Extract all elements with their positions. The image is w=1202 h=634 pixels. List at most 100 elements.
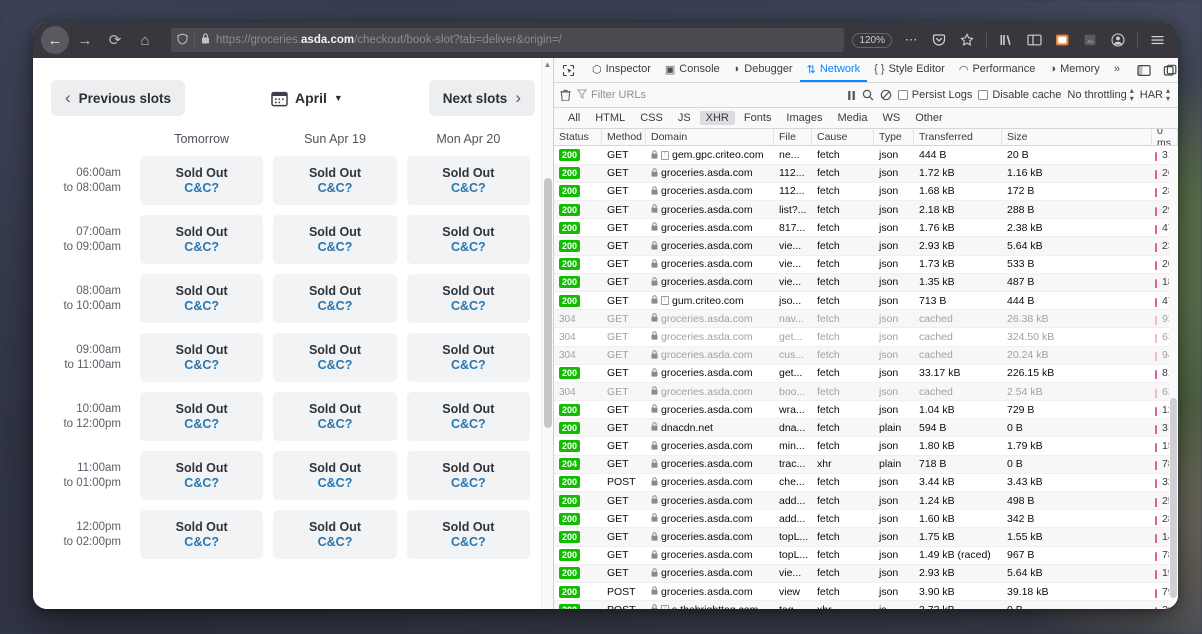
click-and-collect-link[interactable]: C&C?: [451, 535, 486, 549]
column-header-method[interactable]: Method: [602, 129, 646, 146]
click-and-collect-link[interactable]: C&C?: [451, 417, 486, 431]
slot-cell[interactable]: Sold Out C&C?: [406, 156, 530, 205]
slot-cell[interactable]: Sold Out C&C?: [140, 333, 264, 382]
column-header-file[interactable]: File: [774, 129, 812, 146]
slot-cell[interactable]: Sold Out C&C?: [273, 274, 397, 323]
network-request-row[interactable]: 200 GET groceries.asda.com 112... fetch json 1…: [554, 183, 1178, 202]
page-scroll-thumb[interactable]: [544, 178, 552, 428]
type-filter-ws[interactable]: WS: [876, 111, 906, 125]
type-filter-css[interactable]: CSS: [634, 111, 669, 125]
type-filter-xhr[interactable]: XHR: [699, 111, 735, 126]
devtools-overflow-button[interactable]: »: [1107, 58, 1127, 82]
network-request-row[interactable]: 200 GET dnacdn.net dna... fetch plain 594 B 0 B…: [554, 419, 1178, 438]
click-and-collect-link[interactable]: C&C?: [318, 358, 353, 372]
network-request-row[interactable]: 200 GET groceries.asda.com vie... fetch json 2…: [554, 237, 1178, 256]
devtools-tab-debugger[interactable]: ◗ Debugger: [727, 58, 800, 82]
column-header-cause[interactable]: Cause: [812, 129, 874, 146]
click-and-collect-link[interactable]: C&C?: [184, 299, 219, 313]
back-button[interactable]: ←: [41, 26, 69, 54]
account-icon[interactable]: [1105, 27, 1131, 53]
devtools-scrollbar[interactable]: [1169, 148, 1178, 609]
devtools-tab-memory[interactable]: ◑ Memory: [1042, 58, 1106, 82]
click-and-collect-link[interactable]: C&C?: [318, 417, 353, 431]
click-and-collect-link[interactable]: C&C?: [318, 535, 353, 549]
ellipsis-icon[interactable]: ⋯: [898, 27, 924, 53]
click-and-collect-link[interactable]: C&C?: [318, 240, 353, 254]
type-filter-html[interactable]: HTML: [589, 111, 631, 125]
home-button[interactable]: ⌂: [131, 26, 159, 54]
network-request-row[interactable]: 200 GET groceries.asda.com wra... fetch json 1…: [554, 401, 1178, 420]
network-request-row[interactable]: 200 GET groceries.asda.com topL... fetch json…: [554, 547, 1178, 565]
network-request-row[interactable]: 304 GET groceries.asda.com cus... fetch json c…: [554, 346, 1178, 365]
network-request-row[interactable]: 200 GET! gum.criteo.com jso... fetch json 713 …: [554, 292, 1178, 311]
network-request-row[interactable]: 304 GET groceries.asda.com boo... fetch json c…: [554, 382, 1178, 402]
slot-cell[interactable]: Sold Out C&C?: [140, 156, 264, 205]
month-selector[interactable]: April ▼: [193, 90, 421, 107]
sidebar-icon[interactable]: [1021, 27, 1047, 53]
network-request-row[interactable]: 200 GET groceries.asda.com get... fetch json 3…: [554, 365, 1178, 383]
network-request-row[interactable]: 200 POST groceries.asda.com view fetch json 3.…: [554, 583, 1178, 602]
column-header-timeline[interactable]: 0 ms: [1152, 129, 1178, 146]
type-filter-fonts[interactable]: Fonts: [738, 111, 778, 125]
slot-cell[interactable]: Sold Out C&C?: [406, 392, 530, 441]
network-request-row[interactable]: 200 GET groceries.asda.com add... fetch json 1…: [554, 510, 1178, 529]
type-filter-all[interactable]: All: [562, 111, 586, 125]
hamburger-menu-icon[interactable]: [1144, 27, 1170, 53]
click-and-collect-link[interactable]: C&C?: [318, 181, 353, 195]
throttling-select[interactable]: No throttling ▴ ▾: [1067, 87, 1133, 103]
slot-cell[interactable]: Sold Out C&C?: [140, 510, 264, 559]
responsive-design-icon[interactable]: [1131, 58, 1157, 82]
network-request-row[interactable]: 304 GET groceries.asda.com nav... fetch json c…: [554, 310, 1178, 329]
network-request-row[interactable]: 200 GET groceries.asda.com add... fetch json 1…: [554, 492, 1178, 511]
request-blocking-icon[interactable]: [880, 89, 892, 101]
column-header-type[interactable]: Type: [874, 129, 914, 146]
click-and-collect-link[interactable]: C&C?: [184, 535, 219, 549]
element-picker-icon[interactable]: [554, 58, 583, 82]
network-request-row[interactable]: 200POST!s.thebrighttag.comtagxhrjs3.72 k…: [554, 601, 1178, 609]
network-request-row[interactable]: 200 GET groceries.asda.com vie... fetch json 1…: [554, 256, 1178, 274]
address-bar[interactable]: https://groceries.asda.com/checkout/book…: [171, 28, 845, 52]
type-filter-other[interactable]: Other: [909, 111, 949, 125]
column-header-size[interactable]: Size: [1002, 129, 1152, 146]
slot-cell[interactable]: Sold Out C&C?: [140, 215, 264, 264]
library-icon[interactable]: [993, 27, 1019, 53]
devtools-tab-inspector[interactable]: ⬡ Inspector: [585, 58, 658, 82]
click-and-collect-link[interactable]: C&C?: [184, 476, 219, 490]
next-slots-button[interactable]: Next slots ›: [428, 80, 535, 116]
type-filter-js[interactable]: JS: [672, 111, 697, 125]
devtools-scroll-thumb[interactable]: [1170, 398, 1177, 598]
slot-cell[interactable]: Sold Out C&C?: [406, 333, 530, 382]
bookmark-star-icon[interactable]: [954, 27, 980, 53]
network-request-row[interactable]: 200 GET! gem.gpc.criteo.com ne... fetch json 4…: [554, 146, 1178, 165]
slot-cell[interactable]: Sold Out C&C?: [406, 510, 530, 559]
zoom-level-indicator[interactable]: 120%: [852, 32, 892, 48]
disable-cache-checkbox[interactable]: Disable cache: [978, 89, 1061, 101]
har-select[interactable]: HAR ▴ ▾: [1140, 87, 1172, 103]
type-filter-images[interactable]: Images: [780, 111, 828, 125]
slot-cell[interactable]: Sold Out C&C?: [273, 392, 397, 441]
tracking-shield-icon[interactable]: [177, 32, 188, 48]
slot-cell[interactable]: Sold Out C&C?: [406, 274, 530, 323]
forward-button[interactable]: →: [71, 26, 99, 54]
click-and-collect-link[interactable]: C&C?: [451, 181, 486, 195]
click-and-collect-link[interactable]: C&C?: [184, 358, 219, 372]
devtools-tab-console[interactable]: ▣ Console: [658, 58, 727, 82]
network-request-row[interactable]: 200 GET groceries.asda.com topL... fetch json…: [554, 528, 1178, 547]
network-request-row[interactable]: 200 GET groceries.asda.com list?... fetch jso…: [554, 201, 1178, 220]
network-request-row[interactable]: 200 GET groceries.asda.com vie... fetch json 1…: [554, 273, 1178, 292]
type-filter-media[interactable]: Media: [831, 111, 873, 125]
slot-cell[interactable]: Sold Out C&C?: [273, 215, 397, 264]
slot-cell[interactable]: Sold Out C&C?: [140, 274, 264, 323]
click-and-collect-link[interactable]: C&C?: [451, 240, 486, 254]
column-header-status[interactable]: Status: [554, 129, 602, 146]
column-header-domain[interactable]: Domain: [646, 129, 774, 146]
network-request-row[interactable]: 200 GET groceries.asda.com 112... fetch json 1…: [554, 164, 1178, 183]
dock-position-icon[interactable]: [1157, 58, 1178, 82]
devtools-tab-performance[interactable]: ◠ Performance: [952, 58, 1043, 82]
slot-cell[interactable]: Sold Out C&C?: [140, 451, 264, 500]
scroll-up-arrow-icon[interactable]: ▲: [542, 58, 553, 72]
page-scrollbar[interactable]: ▲: [541, 58, 553, 609]
previous-slots-button[interactable]: ‹ Previous slots: [51, 80, 185, 116]
clear-requests-trash-icon[interactable]: [560, 89, 571, 102]
network-request-row[interactable]: 200 GET groceries.asda.com min... fetch json 1…: [554, 437, 1178, 456]
